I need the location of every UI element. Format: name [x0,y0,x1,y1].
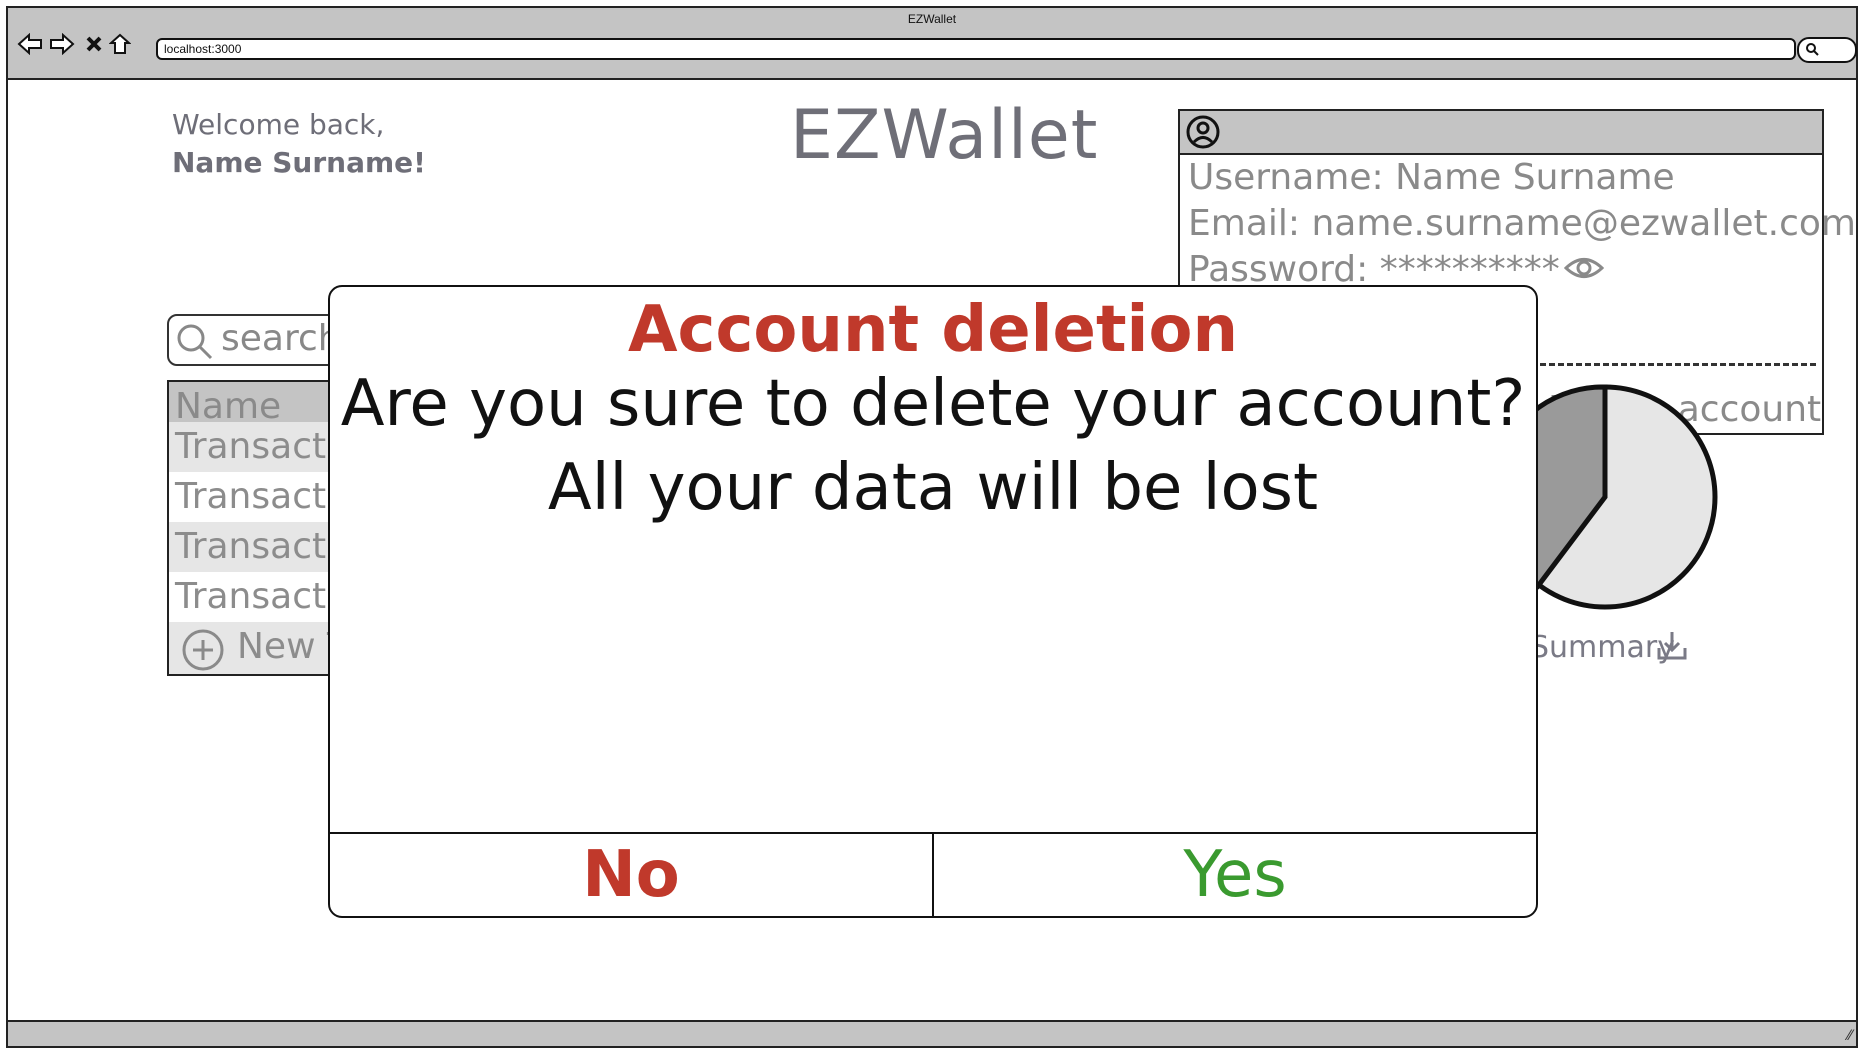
yes-button[interactable]: Yes [934,834,1536,916]
new-transaction-button[interactable]: New Transaction [169,622,345,674]
account-username: Username: Name Surname [1188,157,1675,198]
transaction-list: Name Transaction Transaction Transaction… [167,380,347,676]
resize-grip-icon[interactable]: ⁄⁄ [1847,1028,1852,1044]
forward-arrow-icon[interactable] [48,30,76,58]
account-email: Email: name.surname@ezwallet.com [1188,203,1856,244]
eye-icon[interactable] [1564,253,1604,283]
add-icon [182,629,224,671]
back-arrow-icon[interactable] [16,30,44,58]
dialog-title: Account deletion [628,293,1238,367]
welcome-line: Welcome back, [172,108,385,141]
summary-label[interactable]: Summary [1530,630,1675,665]
dialog-warning: All your data will be lost [547,451,1319,525]
dialog-footer: No Yes [330,832,1536,916]
url-bar[interactable]: localhost:3000 [156,38,1796,60]
browser-titlebar: EZWallet localhost:3000 [8,8,1857,80]
dialog-message: Are you sure to delete your account? [340,367,1526,441]
account-password: Password: ********** [1188,249,1560,290]
list-item[interactable]: Transaction [169,422,345,472]
app-title: EZWallet [790,96,1099,175]
account-deletion-dialog: Account deletion Are you sure to delete … [328,285,1538,918]
close-icon[interactable] [80,30,108,58]
no-button[interactable]: No [330,834,934,916]
list-item[interactable]: Transaction [169,472,345,522]
browser-search-button[interactable] [1797,37,1857,63]
window-title: EZWallet [907,12,957,26]
list-item[interactable]: Transaction [169,522,345,572]
search-icon [177,324,213,360]
user-circle-icon[interactable] [1186,115,1220,149]
welcome-message: Welcome back, Name Surname! [172,106,426,182]
search-placeholder: search [221,318,341,359]
list-item[interactable]: Transaction [169,572,345,622]
search-input[interactable]: search [167,314,351,366]
magnifier-icon [1806,43,1819,56]
browser-statusbar: ⁄⁄ [8,1020,1856,1046]
download-icon[interactable] [1655,628,1689,662]
welcome-user-name: Name Surname! [172,146,426,179]
account-panel-header [1180,111,1822,155]
home-icon[interactable] [106,30,134,58]
